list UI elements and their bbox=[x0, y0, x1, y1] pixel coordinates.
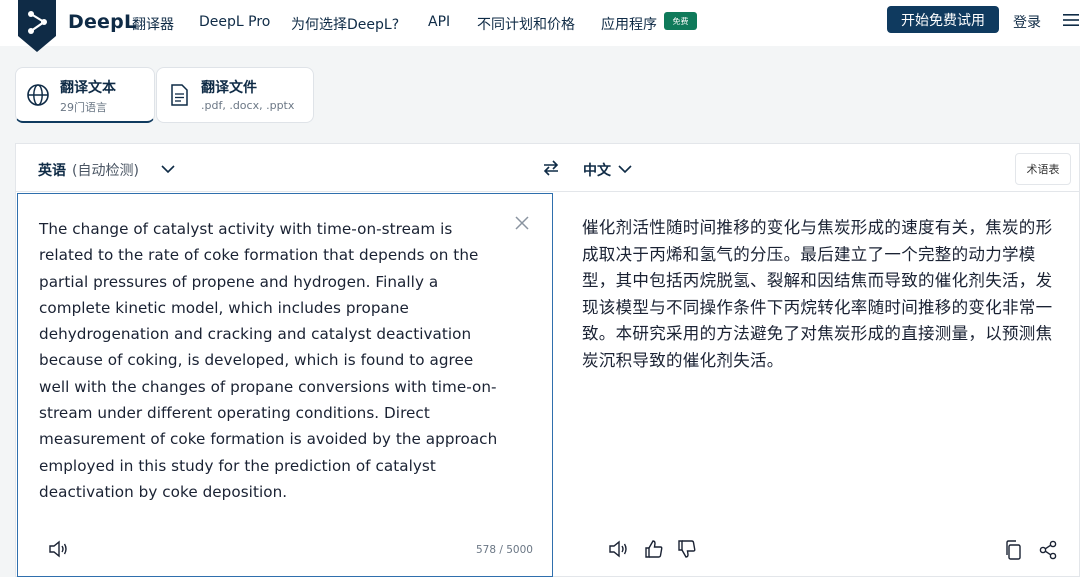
speaker-icon[interactable] bbox=[608, 540, 628, 558]
auto-detect-label: (自动检测) bbox=[72, 163, 139, 179]
login-link[interactable]: 登录 bbox=[1013, 12, 1041, 32]
nav-api[interactable]: API bbox=[428, 14, 450, 30]
start-free-trial-button[interactable]: 开始免费试用 bbox=[887, 6, 999, 33]
tab-translate-text-title: 翻译文本 bbox=[60, 80, 116, 96]
glossary-button[interactable]: 术语表 bbox=[1015, 153, 1071, 185]
translated-text[interactable]: 催化剂活性随时间推移的变化与焦炭形成的速度有关，焦炭的形成取决于丙烯和氢气的分压… bbox=[582, 215, 1062, 374]
hamburger-menu-icon[interactable] bbox=[1063, 12, 1079, 28]
chevron-down-icon[interactable] bbox=[618, 164, 632, 174]
thumbs-up-icon[interactable] bbox=[644, 539, 664, 559]
nav-plans-pricing[interactable]: 不同计划和价格 bbox=[477, 14, 575, 34]
tab-translate-files-subtitle: .pdf, .docx, .pptx bbox=[201, 99, 295, 112]
thumbs-down-icon[interactable] bbox=[677, 539, 697, 559]
nav-apps[interactable]: 应用程序 bbox=[601, 14, 657, 34]
nav-why-deepl[interactable]: 为何选择DeepL? bbox=[291, 14, 399, 34]
tab-translate-files-title: 翻译文件 bbox=[201, 80, 257, 96]
swap-languages-icon[interactable] bbox=[542, 159, 560, 177]
source-language-select[interactable]: 英语 (自动检测) bbox=[38, 160, 139, 180]
speaker-icon[interactable] bbox=[48, 540, 68, 558]
tab-translate-text-subtitle: 29门语言 bbox=[60, 101, 107, 114]
tab-translate-text[interactable]: 翻译文本 29门语言 bbox=[15, 67, 155, 123]
deepl-logo-icon[interactable] bbox=[14, 0, 60, 52]
globe-icon bbox=[27, 84, 49, 106]
free-badge: 免费 bbox=[664, 12, 697, 30]
tab-translate-files[interactable]: 翻译文件 .pdf, .docx, .pptx bbox=[156, 67, 314, 123]
language-bar: 英语 (自动检测) 中文 术语表 bbox=[16, 144, 1080, 192]
nav-deepl-pro[interactable]: DeepL Pro bbox=[199, 14, 270, 30]
brand-name[interactable]: DeepL bbox=[68, 11, 136, 33]
brand-subtitle[interactable]: 翻译器 bbox=[132, 14, 174, 34]
share-icon[interactable] bbox=[1038, 540, 1058, 560]
translator-panel: 英语 (自动检测) 中文 术语表 The change of catalyst a… bbox=[15, 143, 1080, 577]
source-language-label: 英语 bbox=[38, 163, 66, 179]
document-icon bbox=[171, 84, 188, 106]
top-header: DeepL 翻译器 DeepL Pro 为何选择DeepL? API 不同计划和… bbox=[0, 0, 1080, 52]
source-text-input[interactable]: The change of catalyst activity with tim… bbox=[17, 193, 553, 577]
character-counter: 578 / 5000 bbox=[476, 544, 533, 556]
close-icon[interactable] bbox=[515, 216, 529, 230]
target-language-select[interactable]: 中文 bbox=[583, 160, 611, 180]
source-text[interactable]: The change of catalyst activity with tim… bbox=[39, 216, 499, 505]
chevron-down-icon[interactable] bbox=[161, 164, 175, 174]
copy-icon[interactable] bbox=[1004, 540, 1022, 560]
